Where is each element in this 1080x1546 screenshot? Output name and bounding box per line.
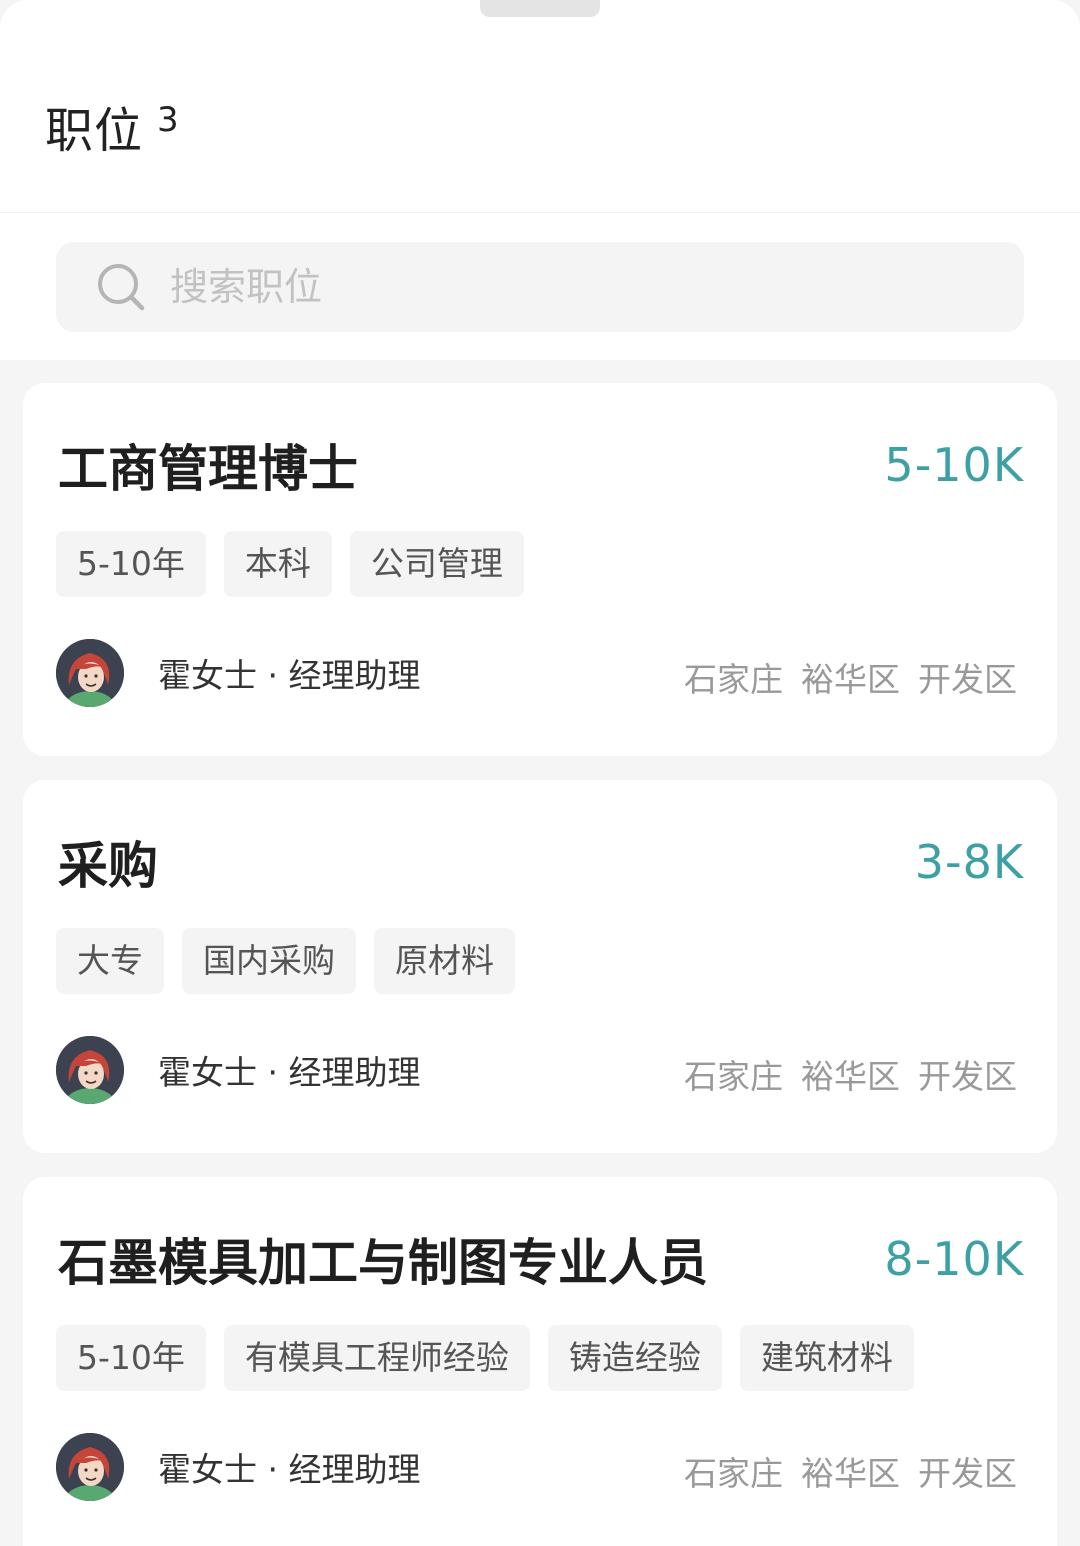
recruiter-separator: · [267,1053,279,1092]
location-district: 裕华区 [801,1057,900,1096]
recruiter-info: 霍女士 · 经理助理 [56,1433,421,1501]
avatar-female-icon [56,1433,124,1501]
job-count: 3 [157,100,179,140]
job-list-sheet: 职位 3 工商管理博士 5-10K 5-10年 本科 公司管理 [0,0,1080,1546]
job-salary: 5-10K [884,438,1024,492]
page-title: 职位 [45,103,144,159]
header-divider [0,212,1080,213]
avatar-female-icon [56,639,124,707]
job-tag: 国内采购 [182,928,356,994]
job-tag: 大专 [56,928,164,994]
job-title: 采购 [58,837,158,895]
recruiter-role: 经理助理 [288,656,421,695]
job-card[interactable]: 石墨模具加工与制图专业人员 8-10K 5-10年 有模具工程师经验 铸造经验 … [23,1177,1057,1546]
recruiter-info: 霍女士 · 经理助理 [56,639,421,707]
page-header: 职位 3 [45,98,179,168]
drag-handle[interactable] [480,0,600,17]
job-card[interactable]: 工商管理博士 5-10K 5-10年 本科 公司管理 霍女士 · 经理助理 石家… [23,383,1057,756]
recruiter-name: 霍女士 [158,1053,257,1092]
job-tags: 5-10年 本科 公司管理 [56,531,524,597]
location-area: 开发区 [918,1057,1017,1096]
job-tag: 公司管理 [349,531,524,597]
avatar [56,639,124,707]
search-bar[interactable] [56,242,1024,332]
recruiter-separator: · [267,656,279,695]
recruiter-name: 霍女士 [158,1450,257,1489]
job-tag: 铸造经验 [547,1325,722,1391]
location-city: 石家庄 [684,1454,783,1493]
recruiter-text: 霍女士 · 经理助理 [158,1046,421,1094]
recruiter-role: 经理助理 [288,1053,421,1092]
job-title: 石墨模具加工与制图专业人员 [58,1234,708,1292]
job-tag: 5-10年 [56,531,206,597]
location-area: 开发区 [918,1454,1017,1493]
recruiter-role: 经理助理 [288,1450,421,1489]
location-city: 石家庄 [684,660,783,699]
recruiter-name: 霍女士 [158,656,257,695]
job-location: 石家庄 裕华区 开发区 [684,1447,1017,1495]
location-city: 石家庄 [684,1057,783,1096]
job-tag: 原材料 [374,928,515,994]
recruiter-info: 霍女士 · 经理助理 [56,1036,421,1104]
job-title: 工商管理博士 [58,440,358,498]
recruiter-separator: · [267,1450,279,1489]
location-district: 裕华区 [801,660,900,699]
job-location: 石家庄 裕华区 开发区 [684,1050,1017,1098]
avatar [56,1036,124,1104]
job-salary: 8-10K [884,1232,1024,1286]
job-tag: 有模具工程师经验 [223,1325,530,1391]
job-tag: 建筑材料 [739,1325,914,1391]
job-tag: 5-10年 [56,1325,206,1391]
location-area: 开发区 [918,660,1017,699]
job-tags: 5-10年 有模具工程师经验 铸造经验 建筑材料 [56,1325,914,1391]
job-card[interactable]: 采购 3-8K 大专 国内采购 原材料 霍女士 · 经理助理 石家庄 裕华区 开… [23,780,1057,1153]
job-location: 石家庄 裕华区 开发区 [684,653,1017,701]
sheet-header-area: 职位 3 [0,0,1080,360]
location-district: 裕华区 [801,1454,900,1493]
job-tags: 大专 国内采购 原材料 [56,928,515,994]
search-icon [98,264,145,311]
search-input[interactable] [170,257,930,317]
avatar-female-icon [56,1036,124,1104]
recruiter-text: 霍女士 · 经理助理 [158,1443,421,1491]
job-salary: 3-8K [914,835,1024,889]
recruiter-text: 霍女士 · 经理助理 [158,649,421,697]
job-tag: 本科 [223,531,332,597]
avatar [56,1433,124,1501]
